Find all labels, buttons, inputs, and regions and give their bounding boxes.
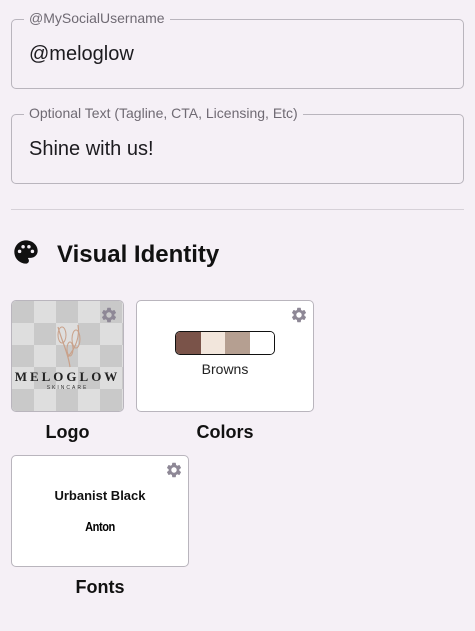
gear-icon[interactable] [165,461,183,479]
social-username-label: @MySocialUsername [24,10,170,26]
logo-brand-text: MELOGLOW [14,369,121,384]
social-username-field[interactable]: @MySocialUsername @meloglow [11,10,464,89]
optional-text-label: Optional Text (Tagline, CTA, Licensing, … [24,105,303,121]
font-secondary: Anton [85,519,115,534]
font-primary: Urbanist Black [54,488,146,503]
color-swatches [175,331,275,355]
colors-caption: Colors [196,422,254,442]
color-swatch [176,332,201,354]
divider [11,209,464,210]
color-swatch [200,332,225,354]
social-username-value[interactable]: @meloglow [29,43,134,66]
visual-identity-title: Visual Identity [57,240,220,268]
gear-icon[interactable] [100,306,118,324]
fonts-card[interactable]: Urbanist Black Anton [11,455,189,567]
color-swatch [225,332,250,354]
palette-icon [12,238,40,271]
visual-identity-header: Visual Identity [12,238,219,271]
logo-sub-text: SKINCARE [46,385,89,391]
logo-card[interactable]: MELOGLOW SKINCARE [11,300,124,412]
gear-icon[interactable] [290,306,308,324]
color-swatch [249,332,274,354]
fonts-caption: Fonts [75,577,125,597]
logo-caption: Logo [45,422,90,442]
optional-text-value[interactable]: Shine with us! [29,138,154,161]
logo-leaf-icon [57,324,81,368]
palette-name: Browns [201,361,249,377]
optional-text-field[interactable]: Optional Text (Tagline, CTA, Licensing, … [11,105,464,184]
colors-card[interactable]: Browns [136,300,314,412]
